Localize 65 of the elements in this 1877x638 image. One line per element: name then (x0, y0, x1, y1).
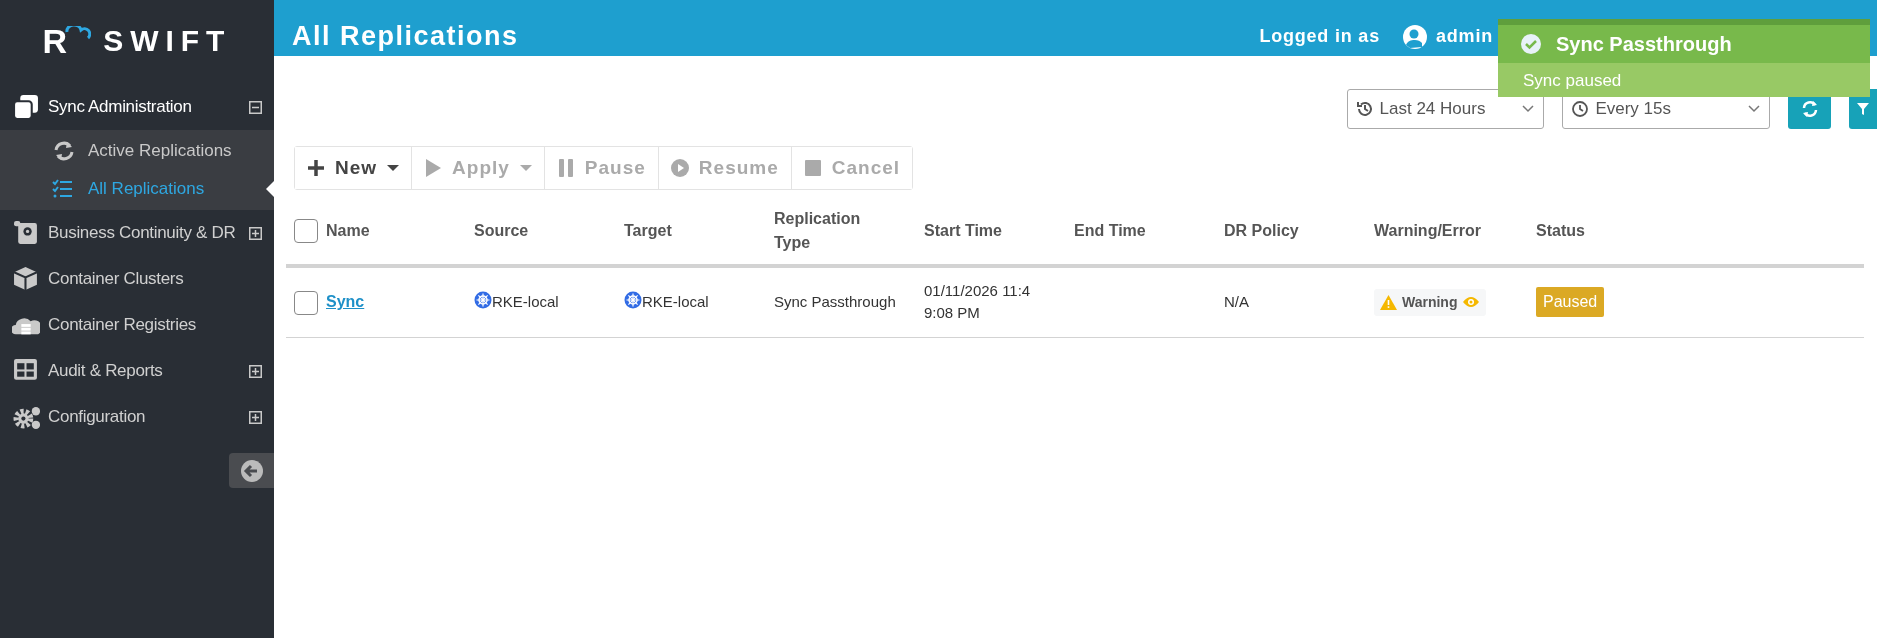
column-header: Target (624, 222, 672, 239)
expand-icon[interactable] (249, 410, 262, 424)
stop-icon (803, 159, 822, 177)
caret-icon (1521, 104, 1536, 114)
sidebar-subitem[interactable]: All Replications (0, 170, 274, 208)
sidebar-item[interactable]: Configuration (0, 394, 274, 440)
user-icon (1402, 23, 1428, 50)
column-header: Source (474, 222, 529, 239)
replication-link[interactable]: Sync (326, 292, 365, 310)
collapse-sidebar-button[interactable] (229, 453, 274, 488)
collapse-icon[interactable] (249, 100, 262, 114)
caret-icon (1747, 104, 1761, 114)
play-icon (424, 159, 443, 177)
status-badge: Paused (1536, 287, 1605, 318)
selection-pointer (266, 181, 274, 197)
gears-icon (12, 404, 40, 430)
clock-icon (1571, 100, 1590, 118)
warning-icon (1380, 294, 1397, 310)
funnel-icon (1857, 102, 1869, 116)
expand-icon[interactable] (249, 364, 262, 378)
pause-icon (556, 159, 575, 177)
eye-icon (1462, 296, 1481, 308)
select-all-checkbox[interactable] (294, 219, 318, 244)
sidebar-item[interactable]: Container Clusters (0, 256, 274, 302)
sidebar-subitem[interactable]: Active Replications (0, 132, 274, 170)
column-header: Name (326, 221, 370, 239)
sidebar-item[interactable]: Business Continuity & DR (0, 210, 274, 256)
column-header: Status (1536, 222, 1585, 239)
sidebar-item[interactable]: Sync Administration (0, 84, 274, 130)
check-circle-icon (1520, 33, 1542, 55)
logo-mark: R (42, 24, 68, 58)
table-cell-text: Sync Passthrough (774, 292, 897, 312)
checklist-icon (52, 178, 74, 200)
column-header: Start Time (924, 222, 1002, 239)
column-header: End Time (1074, 222, 1146, 239)
row-checkbox[interactable] (294, 290, 318, 315)
table-cell-text: 01/11/2026 11:49:08 PM (924, 280, 1032, 324)
helm-wheel-icon (624, 291, 642, 309)
play-circle-icon (670, 159, 689, 177)
column-header: Replication Type (774, 209, 862, 253)
toast-title: Sync Passthrough (1556, 32, 1732, 57)
cluster-label: RKE-local (624, 293, 709, 310)
column-header: Warning/Error (1374, 222, 1481, 239)
windows-icon (12, 94, 40, 120)
expand-icon[interactable] (249, 226, 262, 240)
cloud-icon (65, 26, 92, 42)
toolbar-button[interactable]: New (295, 147, 413, 189)
history-icon (1355, 100, 1374, 118)
arrow-left-icon (239, 458, 264, 483)
scroll-gear-icon (12, 220, 40, 246)
time-range-select[interactable]: Last 24 Hours (1346, 89, 1545, 129)
sync-icon (52, 140, 74, 162)
login-label: Logged in as (1259, 25, 1380, 48)
logo-name: SWIFT (103, 26, 232, 56)
toast-message: Sync paused (1523, 71, 1622, 90)
cluster-label: RKE-local (474, 293, 559, 310)
sidebar-item[interactable]: Container Registries (0, 302, 274, 348)
table-cell: N/A (1224, 293, 1249, 310)
plus-icon (307, 159, 325, 177)
helm-wheel-icon (474, 291, 492, 309)
warning-indicator[interactable]: Warning (1374, 288, 1487, 316)
column-header: DR Policy (1224, 222, 1299, 239)
cube-icon (12, 266, 40, 292)
page-title: All Replications (292, 23, 519, 50)
sidebar-item[interactable]: Audit & Reports (0, 348, 274, 394)
